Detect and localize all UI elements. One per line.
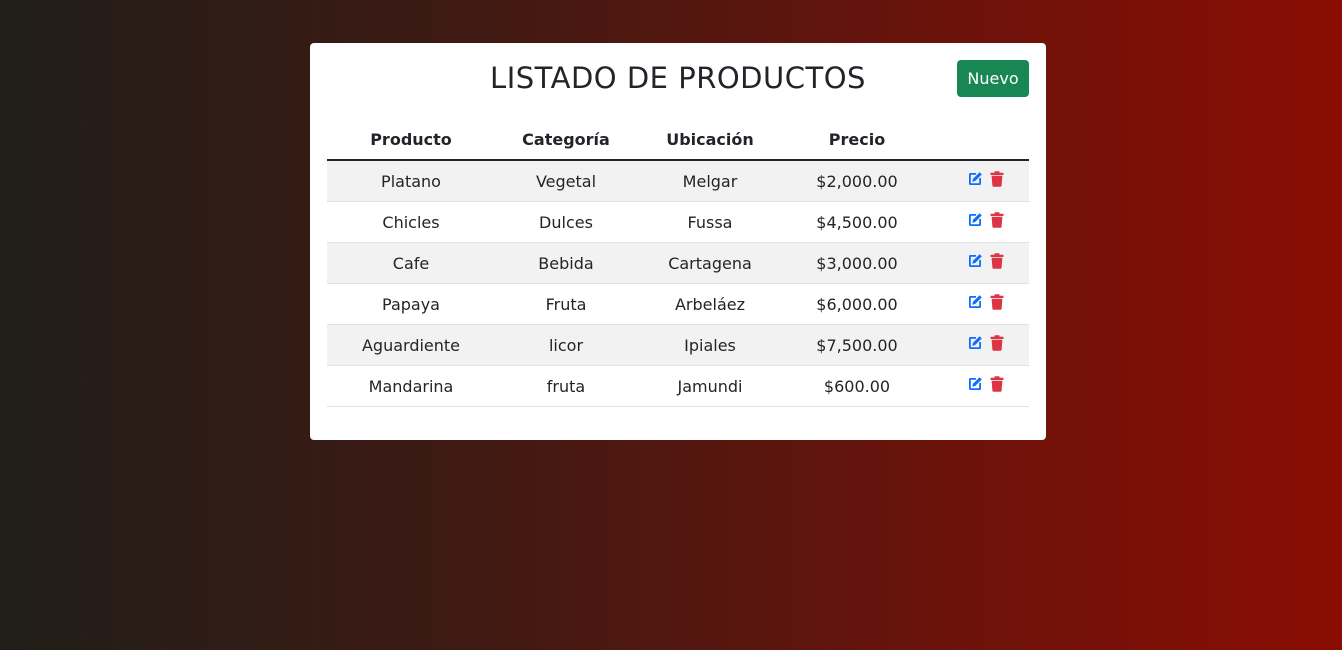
column-header-actions [931, 119, 1029, 161]
table-body: Platano Vegetal Melgar $2,000.00 Chicles Dulc… [327, 160, 1029, 407]
new-product-button[interactable]: Nuevo [957, 60, 1029, 97]
cell-producto: Papaya [327, 283, 495, 325]
products-table: Producto Categoría Ubicación Precio Plat… [327, 119, 1029, 407]
trash-icon[interactable] [990, 294, 1006, 310]
table-row: Mandarina fruta Jamundi $600.00 [327, 365, 1029, 407]
cell-producto: Chicles [327, 201, 495, 243]
cell-ubicacion: Melgar [637, 160, 783, 202]
column-header-producto: Producto [327, 119, 495, 161]
cell-categoria: Fruta [495, 283, 637, 325]
cell-categoria: licor [495, 324, 637, 366]
edit-icon[interactable] [967, 171, 983, 187]
trash-icon[interactable] [990, 335, 1006, 351]
trash-icon[interactable] [990, 171, 1006, 187]
cell-producto: Cafe [327, 242, 495, 284]
cell-precio: $4,500.00 [783, 201, 931, 243]
cell-ubicacion: Fussa [637, 201, 783, 243]
cell-actions [931, 160, 1029, 202]
cell-actions [931, 242, 1029, 284]
cell-actions [931, 201, 1029, 243]
trash-icon[interactable] [990, 212, 1006, 228]
row-actions [955, 171, 1006, 187]
trash-icon[interactable] [990, 376, 1006, 392]
cell-producto: Aguardiente [327, 324, 495, 366]
cell-precio: $600.00 [783, 365, 931, 407]
cell-ubicacion: Jamundi [637, 365, 783, 407]
edit-icon[interactable] [967, 376, 983, 392]
cell-actions [931, 283, 1029, 325]
row-actions [955, 376, 1006, 392]
cell-producto: Platano [327, 160, 495, 202]
edit-icon[interactable] [967, 212, 983, 228]
cell-actions [931, 365, 1029, 407]
row-actions [955, 212, 1006, 228]
column-header-categoria: Categoría [495, 119, 637, 161]
table-header: Producto Categoría Ubicación Precio [327, 119, 1029, 161]
page-title: LISTADO DE PRODUCTOS [490, 61, 866, 95]
cell-ubicacion: Cartagena [637, 242, 783, 284]
cell-precio: $2,000.00 [783, 160, 931, 202]
edit-icon[interactable] [967, 335, 983, 351]
table-row: Aguardiente licor Ipiales $7,500.00 [327, 324, 1029, 366]
cell-categoria: Bebida [495, 242, 637, 284]
column-header-ubicacion: Ubicación [637, 119, 783, 161]
cell-categoria: Vegetal [495, 160, 637, 202]
products-card: LISTADO DE PRODUCTOS Nuevo Producto Cate… [310, 43, 1046, 440]
cell-ubicacion: Ipiales [637, 324, 783, 366]
cell-precio: $7,500.00 [783, 324, 931, 366]
cell-producto: Mandarina [327, 365, 495, 407]
table-row: Papaya Fruta Arbeláez $6,000.00 [327, 283, 1029, 325]
cell-actions [931, 324, 1029, 366]
table-row: Platano Vegetal Melgar $2,000.00 [327, 160, 1029, 202]
table-row: Cafe Bebida Cartagena $3,000.00 [327, 242, 1029, 284]
edit-icon[interactable] [967, 294, 983, 310]
cell-categoria: Dulces [495, 201, 637, 243]
row-actions [955, 335, 1006, 351]
cell-categoria: fruta [495, 365, 637, 407]
edit-icon[interactable] [967, 253, 983, 269]
row-actions [955, 294, 1006, 310]
table-row: Chicles Dulces Fussa $4,500.00 [327, 201, 1029, 243]
cell-precio: $6,000.00 [783, 283, 931, 325]
column-header-precio: Precio [783, 119, 931, 161]
cell-precio: $3,000.00 [783, 242, 931, 284]
cell-ubicacion: Arbeláez [637, 283, 783, 325]
trash-icon[interactable] [990, 253, 1006, 269]
row-actions [955, 253, 1006, 269]
